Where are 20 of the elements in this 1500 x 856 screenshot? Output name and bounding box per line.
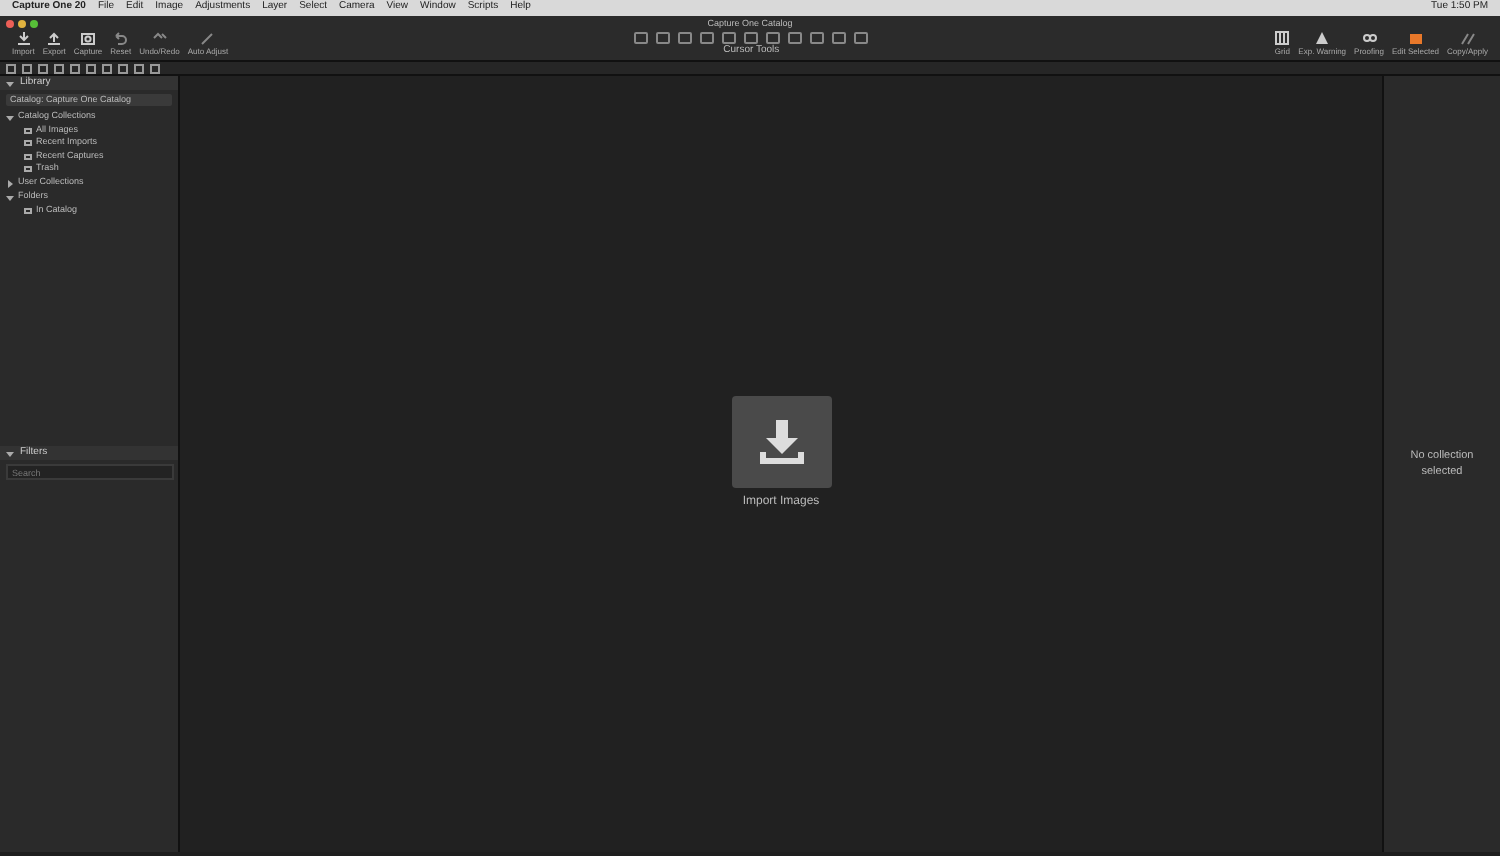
camera-icon xyxy=(80,30,97,46)
glasses-icon xyxy=(1361,30,1377,46)
edit-icon xyxy=(1407,30,1424,46)
warning-icon xyxy=(1314,30,1331,46)
expanded-arrow-icon[interactable] xyxy=(6,193,14,201)
expanded-arrow-icon[interactable] xyxy=(6,79,14,87)
import-button[interactable] xyxy=(731,396,831,489)
collapsed-arrow-icon[interactable] xyxy=(6,179,14,187)
close-button[interactable] xyxy=(6,20,14,28)
collection-icon xyxy=(24,207,32,214)
expanded-arrow-icon[interactable] xyxy=(6,113,14,121)
import-icon xyxy=(15,30,32,46)
download-icon xyxy=(755,416,807,469)
zoom-button[interactable] xyxy=(30,20,38,28)
undo-icon xyxy=(112,30,129,46)
export-icon xyxy=(46,30,63,46)
expanded-arrow-icon[interactable] xyxy=(6,449,14,457)
wand-icon xyxy=(199,30,216,46)
minimize-button[interactable] xyxy=(18,20,26,28)
grid-icon xyxy=(1274,30,1291,46)
